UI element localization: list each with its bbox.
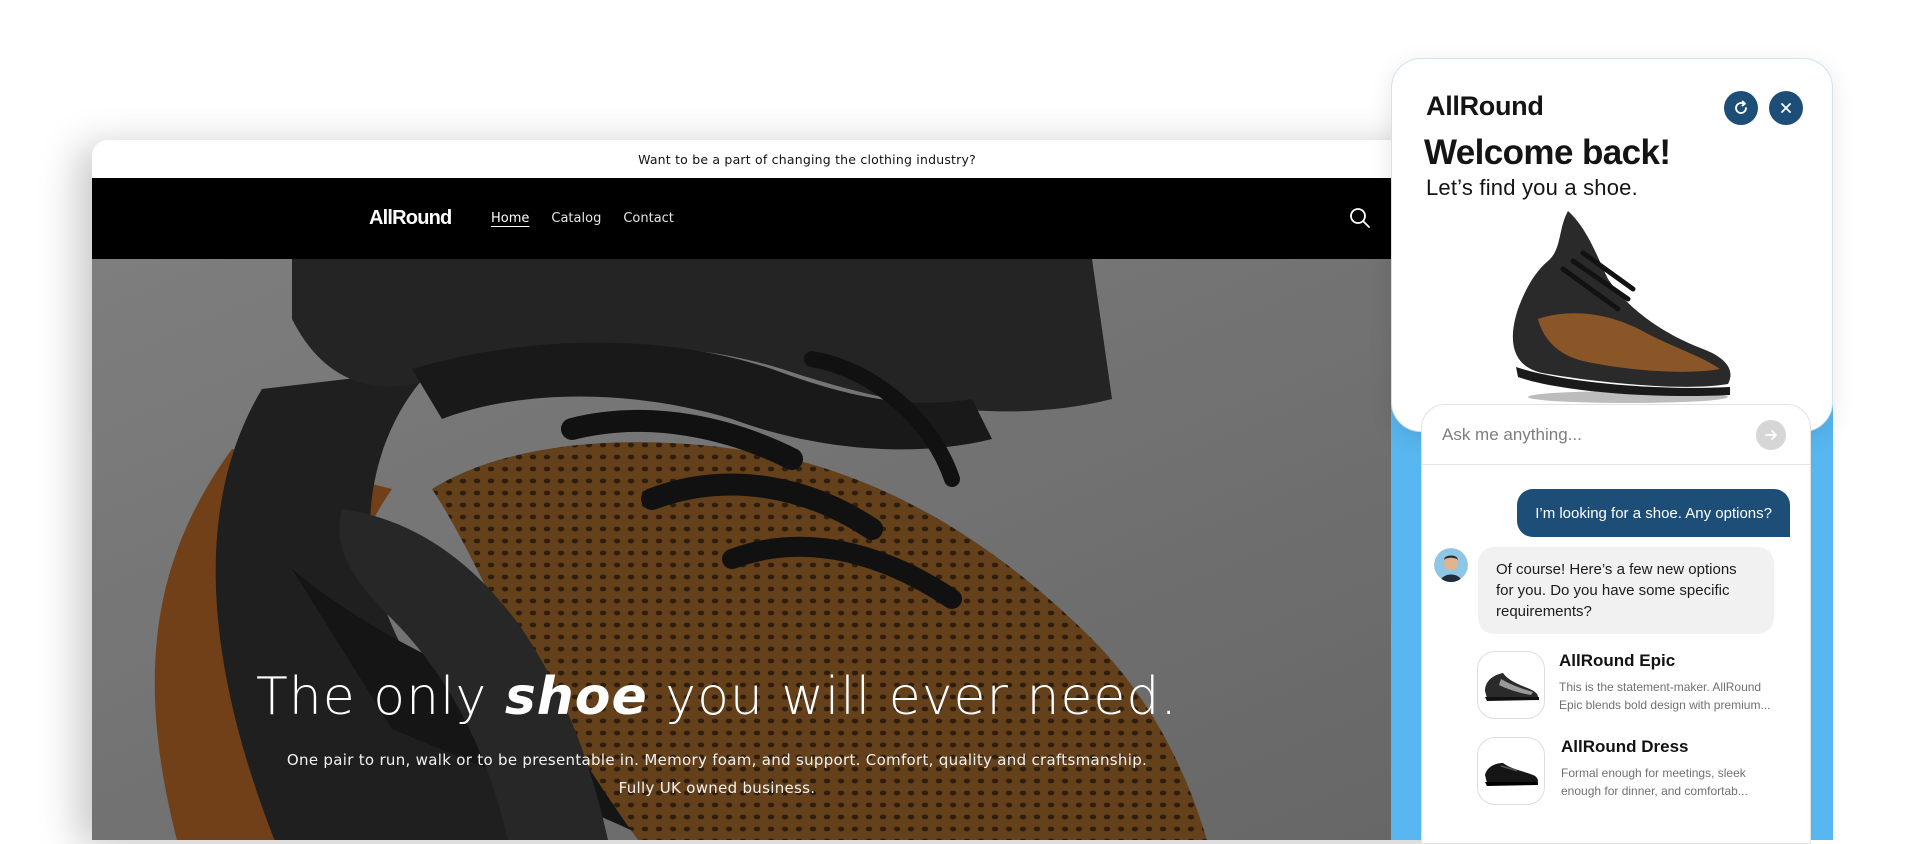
nav-home[interactable]: Home (491, 211, 529, 226)
site-logo[interactable]: AllRound (369, 178, 452, 259)
hero-title-post: you will ever need. (647, 667, 1178, 727)
chat-widget-header: AllRound Welcome back! Let’s find you a … (1391, 58, 1833, 432)
product-thumbnail (1477, 737, 1545, 805)
hero-subtitle-line-1: One pair to run, walk or to be presentab… (286, 751, 1148, 769)
storefront-window: Want to be a part of changing the clothi… (92, 140, 1522, 840)
arrow-right-icon (1765, 430, 1777, 440)
bot-message: Of course! Here’s a few new options for … (1478, 547, 1774, 634)
product-description: Formal enough for meetings, sleek enough… (1561, 766, 1748, 798)
chat-brand: AllRound (1426, 91, 1544, 121)
nav-contact[interactable]: Contact (623, 211, 674, 226)
featured-shoe-image (1512, 211, 1731, 403)
chat-panel: I’m looking for a shoe. Any options? Of … (1421, 404, 1811, 844)
welcome-subheading: Let’s find you a shoe. (1426, 175, 1638, 200)
product-card-epic[interactable]: AllRound Epic This is the statement-make… (1477, 651, 1797, 721)
hero-title-pre: The only (256, 667, 505, 727)
nav-catalog[interactable]: Catalog (551, 211, 601, 226)
close-icon (1781, 103, 1791, 113)
ask-input[interactable] (1442, 419, 1742, 451)
refresh-icon (1735, 100, 1747, 114)
hero-subtitle-line-2: Fully UK owned business. (618, 779, 816, 797)
site-header: AllRound Home Catalog Contact (92, 178, 1522, 259)
announcement-bar: Want to be a part of changing the clothi… (92, 140, 1522, 178)
announcement-text: Want to be a part of changing the clothi… (638, 151, 976, 167)
product-name: AllRound Epic (1559, 651, 1676, 670)
product-name: AllRound Dress (1561, 737, 1689, 756)
ask-row (1422, 405, 1810, 465)
product-description: This is the statement-maker. AllRound Ep… (1559, 680, 1771, 712)
product-card-dress[interactable]: AllRound Dress Formal enough for meeting… (1477, 737, 1797, 807)
hero-title: The only shoe you will ever need. (92, 667, 1342, 727)
hero-subtitle: One pair to run, walk or to be presentab… (92, 746, 1342, 802)
product-thumbnail (1477, 651, 1545, 719)
bot-avatar (1434, 548, 1468, 582)
user-message: I’m looking for a shoe. Any options? (1517, 489, 1790, 537)
hero-title-emphasis: shoe (504, 667, 648, 727)
hero-banner: The only shoe you will ever need. One pa… (92, 259, 1522, 840)
refresh-button[interactable] (1724, 91, 1758, 125)
search-icon[interactable] (1346, 204, 1374, 232)
main-nav: Home Catalog Contact (491, 178, 674, 259)
close-button[interactable] (1769, 91, 1803, 125)
send-button[interactable] (1756, 420, 1786, 450)
welcome-heading: Welcome back! (1424, 133, 1671, 172)
